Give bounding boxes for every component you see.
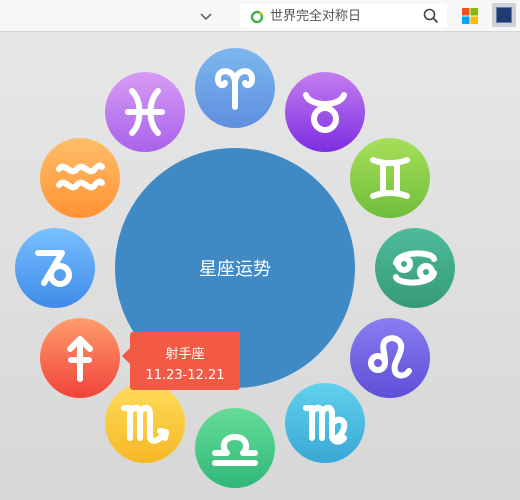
- search-input[interactable]: [270, 6, 410, 26]
- gemini-icon: [370, 157, 410, 199]
- cancer-button[interactable]: [375, 228, 455, 308]
- tooltip-sign-name: 射手座: [165, 347, 205, 362]
- capricorn-button[interactable]: [15, 228, 95, 308]
- chevron-down-icon[interactable]: [196, 6, 216, 26]
- pisces-button[interactable]: [105, 72, 185, 152]
- libra-button[interactable]: [195, 408, 275, 488]
- virgo-button[interactable]: [285, 383, 365, 463]
- scorpio-icon: [121, 404, 169, 444]
- libra-icon: [212, 434, 258, 466]
- aries-icon: [215, 68, 255, 110]
- scorpio-button[interactable]: [105, 383, 185, 463]
- search-engine-logo-icon: [250, 9, 264, 24]
- cancer-icon: [393, 250, 437, 286]
- search-box: [240, 4, 447, 28]
- sagittarius-icon: [67, 336, 93, 382]
- aquarius-button[interactable]: [40, 138, 120, 218]
- leo-icon: [368, 335, 412, 379]
- sagittarius-button[interactable]: [40, 318, 120, 398]
- gemini-button[interactable]: [350, 138, 430, 218]
- search-icon[interactable]: [422, 7, 440, 25]
- aquarius-icon: [56, 162, 105, 191]
- center-label: 星座运势: [199, 259, 271, 280]
- tooltip-date-range: 11.23-12.21: [145, 368, 225, 383]
- windows-icon[interactable]: [462, 8, 478, 24]
- sign-tooltip: 射手座 11.23-12.21: [122, 332, 240, 390]
- taurus-icon: [303, 92, 347, 133]
- virgo-icon: [303, 404, 348, 445]
- capricorn-icon: [35, 250, 72, 287]
- browser-toolbar: [0, 0, 520, 32]
- aries-button[interactable]: [195, 48, 275, 128]
- leo-button[interactable]: [350, 318, 430, 398]
- pisces-icon: [125, 88, 165, 136]
- taurus-button[interactable]: [285, 72, 365, 152]
- extension-icon: [496, 7, 512, 23]
- extension-button[interactable]: [492, 3, 516, 27]
